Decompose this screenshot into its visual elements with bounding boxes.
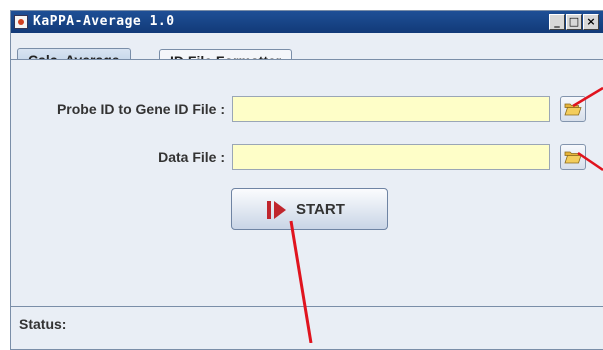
- data-file-label: Data File :: [158, 149, 225, 165]
- play-icon: [267, 201, 286, 219]
- minimize-button[interactable]: _: [549, 14, 565, 30]
- probe-browse-button[interactable]: [560, 96, 586, 122]
- status-label: Status:: [19, 316, 67, 332]
- java-app-icon: [14, 15, 28, 29]
- probe-file-input[interactable]: [232, 96, 550, 122]
- data-browse-button[interactable]: [560, 144, 586, 170]
- start-label: START: [296, 201, 345, 218]
- tab-bar: Calc. Average ID File Formatter: [11, 33, 603, 73]
- probe-file-label: Probe ID to Gene ID File :: [56, 101, 225, 117]
- start-button[interactable]: START: [231, 188, 388, 230]
- data-file-input[interactable]: [232, 144, 550, 170]
- calc-average-panel: Probe ID to Gene ID File : Data File : S…: [11, 59, 603, 307]
- app-window: KaPPA-Average 1.0 _ □ × Calc. Average ID…: [10, 10, 603, 350]
- folder-open-icon: [564, 103, 582, 116]
- maximize-button[interactable]: □: [566, 14, 582, 30]
- window-title: KaPPA-Average 1.0: [33, 14, 175, 29]
- close-button[interactable]: ×: [583, 14, 599, 30]
- folder-open-icon: [564, 151, 582, 164]
- title-bar[interactable]: KaPPA-Average 1.0 _ □ ×: [11, 11, 603, 33]
